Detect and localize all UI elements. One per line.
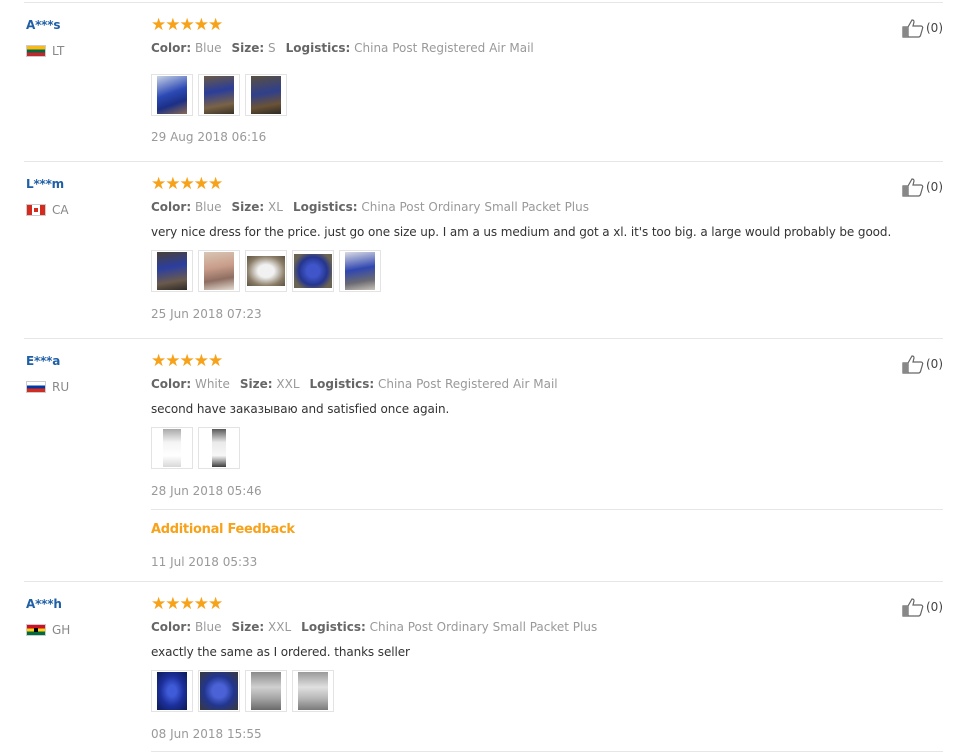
color-value: Blue <box>194 620 222 634</box>
logistics-value: China Post Registered Air Mail <box>377 377 558 391</box>
review-image-thumbnail[interactable] <box>245 670 287 712</box>
logistics-value: China Post Ordinary Small Packet Plus <box>369 620 598 634</box>
country-code: RU <box>52 380 70 394</box>
additional-feedback-title: Additional Feedback <box>151 522 295 537</box>
review-image-thumbnail[interactable] <box>151 250 193 292</box>
like-button[interactable]: (0) <box>902 177 943 197</box>
review-image-thumbnail[interactable] <box>198 74 240 116</box>
size-value: XXL <box>268 620 292 634</box>
country-code: LT <box>52 44 65 58</box>
review-image-thumbnail[interactable] <box>151 670 193 712</box>
country-code: GH <box>52 623 71 637</box>
color-value: White <box>194 377 230 391</box>
flag-gh-icon <box>26 624 46 636</box>
review-item: A***h GH ★★★★★ Color: Blue Size: XXL Logis… <box>24 581 943 752</box>
like-button[interactable]: (0) <box>902 597 943 617</box>
size-value: XXL <box>276 377 300 391</box>
review-comment: second have заказываю and satisfied once… <box>151 402 450 416</box>
review-images <box>151 427 240 469</box>
review-images <box>151 250 381 292</box>
color-label: Color: <box>151 620 192 634</box>
review-image-thumbnail[interactable] <box>151 74 193 116</box>
additional-feedback-date: 11 Jul 2018 05:33 <box>151 555 258 569</box>
bottom-divider <box>151 751 943 752</box>
buyer-name[interactable]: L***m <box>26 177 64 191</box>
order-attributes: Color: White Size: XXL Logistics: China Po… <box>151 377 558 391</box>
logistics-value: China Post Registered Air Mail <box>354 41 534 55</box>
review-date: 28 Jun 2018 05:46 <box>151 484 262 498</box>
country-code: CA <box>52 203 69 217</box>
buyer-country: LT <box>26 44 64 58</box>
flag-ru-icon <box>26 381 46 393</box>
size-label: Size: <box>231 41 265 55</box>
review-comment: exactly the same as I ordered. thanks se… <box>151 645 410 659</box>
order-attributes: Color: Blue Size: XXL Logistics: China Pos… <box>151 620 597 634</box>
star-rating: ★★★★★ <box>151 174 223 194</box>
buyer-country: RU <box>26 380 69 394</box>
logistics-label: Logistics: <box>309 377 375 391</box>
thumbs-up-icon <box>902 178 924 197</box>
review-image-thumbnail[interactable] <box>292 250 334 292</box>
review-image-thumbnail[interactable] <box>198 427 240 469</box>
order-attributes: Color: Blue Size: S Logistics: China Post … <box>151 41 534 55</box>
star-rating: ★★★★★ <box>151 594 223 614</box>
review-images <box>151 74 287 116</box>
review-image-thumbnail[interactable] <box>198 250 240 292</box>
review-date: 08 Jun 2018 15:55 <box>151 727 262 741</box>
review-image-thumbnail[interactable] <box>245 250 287 292</box>
review-image-thumbnail[interactable] <box>292 670 334 712</box>
review-comment: very nice dress for the price. just go o… <box>151 225 892 239</box>
review-date: 29 Aug 2018 06:16 <box>151 130 267 144</box>
review-date: 25 Jun 2018 07:23 <box>151 307 262 321</box>
color-label: Color: <box>151 41 192 55</box>
buyer-name[interactable]: E***a <box>26 354 60 368</box>
like-count: (0) <box>926 21 943 35</box>
flag-ca-icon <box>26 204 46 216</box>
review-item: E***a RU ★★★★★ Color: White Size: XXL Logi… <box>24 338 943 581</box>
buyer-name[interactable]: A***s <box>26 18 60 32</box>
review-image-thumbnail[interactable] <box>339 250 381 292</box>
like-count: (0) <box>926 600 943 614</box>
size-label: Size: <box>231 200 265 214</box>
thumbs-up-icon <box>902 598 924 617</box>
thumbs-up-icon <box>902 19 924 38</box>
review-image-thumbnail[interactable] <box>245 74 287 116</box>
color-label: Color: <box>151 377 192 391</box>
review-item: L***m CA ★★★★★ Color: Blue Size: XL Logist… <box>24 161 943 338</box>
like-count: (0) <box>926 180 943 194</box>
size-value: S <box>268 41 276 55</box>
flag-lt-icon <box>26 45 46 57</box>
order-attributes: Color: Blue Size: XL Logistics: China Post… <box>151 200 589 214</box>
color-value: Blue <box>194 200 222 214</box>
review-item: A***s LT ★★★★★ Color: Blue Size: S Logisti… <box>24 2 943 161</box>
buyer-name[interactable]: A***h <box>26 597 62 611</box>
logistics-label: Logistics: <box>285 41 351 55</box>
logistics-value: China Post Ordinary Small Packet Plus <box>361 200 589 214</box>
thumbs-up-icon <box>902 355 924 374</box>
review-images <box>151 670 334 712</box>
size-value: XL <box>268 200 283 214</box>
size-label: Size: <box>231 620 265 634</box>
like-button[interactable]: (0) <box>902 354 943 374</box>
review-image-thumbnail[interactable] <box>151 427 193 469</box>
review-image-thumbnail[interactable] <box>198 670 240 712</box>
like-button[interactable]: (0) <box>902 18 943 38</box>
logistics-label: Logistics: <box>292 200 358 214</box>
like-count: (0) <box>926 357 943 371</box>
buyer-country: GH <box>26 623 70 637</box>
star-rating: ★★★★★ <box>151 15 223 35</box>
star-rating: ★★★★★ <box>151 351 223 371</box>
size-label: Size: <box>239 377 273 391</box>
buyer-country: CA <box>26 203 69 217</box>
logistics-label: Logistics: <box>301 620 366 634</box>
color-value: Blue <box>194 41 222 55</box>
color-label: Color: <box>151 200 192 214</box>
additional-feedback-divider <box>151 509 943 510</box>
